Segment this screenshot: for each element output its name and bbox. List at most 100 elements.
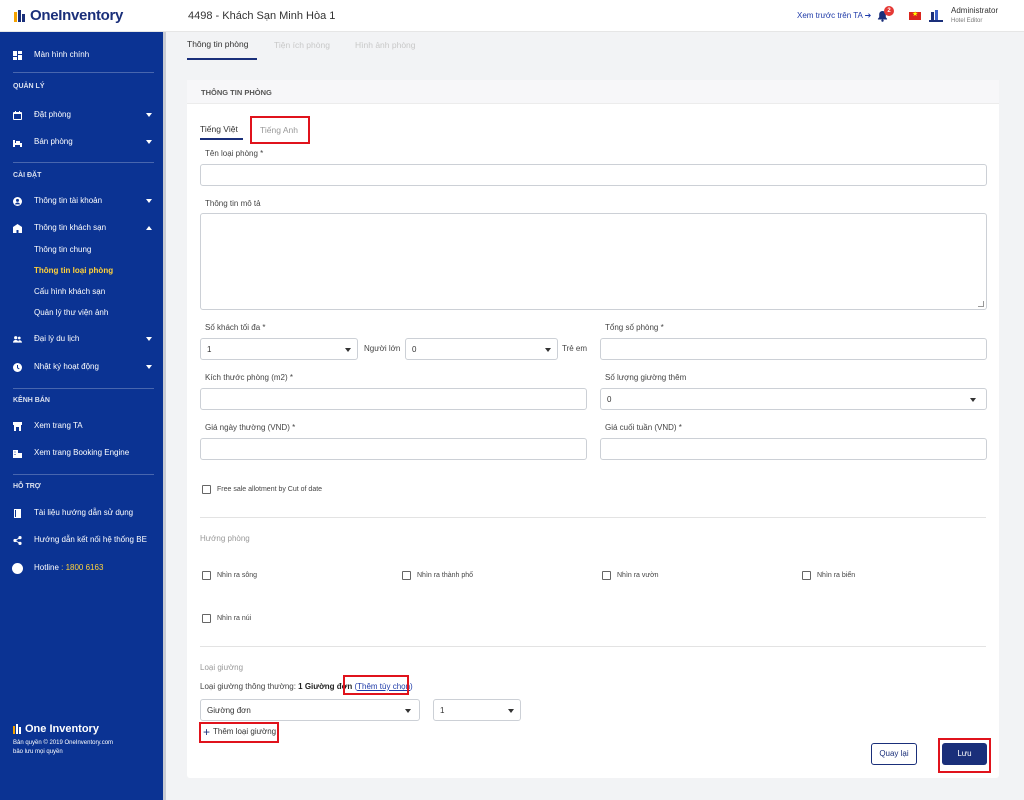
dashboard-icon: [13, 51, 22, 60]
weekday-price-input[interactable]: [200, 438, 587, 460]
add-bed-label: Thêm loại giường: [213, 727, 277, 736]
bed-normal-summary: Loại giường thông thường: 1 Giường đơn (…: [200, 682, 413, 691]
chevron-down-icon: [146, 199, 152, 203]
sidebar-subitem-hotel-config[interactable]: Cấu hình khách sạn: [34, 287, 105, 296]
divider: [13, 72, 154, 73]
sidebar-subitem-gallery[interactable]: Quản lý thư viện ảnh: [34, 308, 108, 317]
sidebar-label: Xem trang Booking Engine: [34, 448, 130, 457]
description-textarea[interactable]: [200, 213, 987, 310]
section-manage: QUẢN LÝ: [13, 83, 45, 90]
bed-count-select[interactable]: 1: [433, 699, 521, 721]
preview-ta-link[interactable]: Xem trước trên TA ➔: [797, 11, 871, 20]
bed-count-value: 1: [440, 705, 445, 715]
children-value: 0: [412, 344, 417, 354]
checkbox-box[interactable]: [602, 571, 611, 580]
weekend-price-input[interactable]: [600, 438, 987, 460]
caret-down-icon: [970, 398, 976, 402]
user-circle-icon: [13, 197, 22, 206]
copyright-line-1: Bản quyền © 2019 OneInventory.com: [13, 740, 114, 746]
caret-down-icon: [508, 709, 514, 713]
sidebar-label: Đại lý du lịch: [34, 334, 80, 343]
free-sale-label: Free sale allotment by Cut of date: [217, 486, 323, 493]
direction-sea-checkbox[interactable]: Nhìn ra biển: [802, 571, 855, 580]
adults-value: 1: [207, 344, 212, 354]
user-name[interactable]: Administrator: [951, 6, 998, 15]
add-option-link[interactable]: Thêm tùy chọn: [357, 682, 410, 691]
max-guests-label: Số khách tối đa *: [205, 323, 266, 332]
checkbox-box[interactable]: [802, 571, 811, 580]
sidebar-subitem-general[interactable]: Thông tin chung: [34, 245, 91, 254]
sidebar-item-sell-room[interactable]: Bán phòng: [0, 136, 163, 148]
sidebar-item-activity-log[interactable]: Nhật ký hoạt động: [0, 361, 163, 373]
card-title: THÔNG TIN PHÒNG: [201, 88, 272, 97]
direction-mountain-checkbox[interactable]: Nhìn ra núi: [202, 614, 251, 623]
room-size-input[interactable]: [200, 388, 587, 410]
sidebar-item-home[interactable]: Màn hình chính: [0, 49, 163, 61]
bed-type-select[interactable]: Giường đơn: [200, 699, 420, 721]
checkbox-box[interactable]: [402, 571, 411, 580]
checkbox-box[interactable]: [202, 571, 211, 580]
resize-handle[interactable]: [978, 301, 984, 307]
sidebar-label: Thông tin tài khoản: [34, 196, 103, 205]
sidebar-item-be-connect[interactable]: Hướng dẫn kết nối hệ thống BE: [0, 534, 163, 546]
lang-tab-english[interactable]: Tiếng Anh: [260, 125, 298, 135]
book-icon: [14, 509, 21, 518]
vietnam-flag-icon[interactable]: [909, 10, 921, 20]
divider: [13, 474, 154, 475]
direction-option-label: Nhìn ra thành phố: [417, 572, 474, 579]
sidebar-item-hotel-info[interactable]: Thông tin khách sạn: [0, 222, 163, 234]
sidebar-item-account[interactable]: Thông tin tài khoản: [0, 195, 163, 207]
direction-option-label: Nhìn ra núi: [217, 615, 252, 622]
sidebar-item-booking[interactable]: Đặt phòng: [0, 109, 163, 121]
active-tab-indicator: [187, 58, 257, 60]
room-size-label: Kích thước phòng (m2) *: [205, 373, 293, 382]
bed-normal-value: 1 Giường đơn: [298, 682, 353, 691]
chevron-down-icon: [146, 337, 152, 341]
hotel-icon: [13, 224, 22, 233]
children-select[interactable]: 0: [405, 338, 558, 360]
caret-down-icon: [545, 348, 551, 352]
tab-room-images[interactable]: Hình ảnh phòng: [355, 40, 416, 50]
divider: [200, 517, 986, 518]
back-button[interactable]: Quay lại: [871, 743, 917, 765]
free-sale-checkbox[interactable]: Free sale allotment by Cut of date: [202, 485, 322, 494]
lang-tab-vietnamese[interactable]: Tiếng Việt: [200, 124, 238, 134]
sidebar-scrollbar[interactable]: [163, 32, 166, 800]
hotline-value: : 1800 6163: [61, 563, 104, 572]
sidebar-item-docs[interactable]: Tài liệu hướng dẫn sử dụng: [0, 507, 163, 519]
save-button[interactable]: Lưu: [942, 743, 987, 765]
sidebar-item-travel-agent[interactable]: Đại lý du lịch: [0, 333, 163, 345]
total-rooms-input[interactable]: [600, 338, 987, 360]
extra-beds-select[interactable]: 0: [600, 388, 987, 410]
sidebar-item-view-be[interactable]: Xem trang Booking Engine: [0, 447, 163, 459]
building-icon: [13, 450, 22, 458]
direction-river-checkbox[interactable]: Nhìn ra sông: [202, 571, 257, 580]
description-label: Thông tin mô tả: [205, 199, 261, 208]
direction-garden-checkbox[interactable]: Nhìn ra vườn: [602, 571, 659, 580]
section-channel: KÊNH BÁN: [13, 397, 50, 404]
add-bed-type-button[interactable]: + Thêm loại giường: [203, 726, 277, 738]
chevron-down-icon: [146, 140, 152, 144]
sidebar-label: Thông tin khách sạn: [34, 223, 107, 232]
sidebar-subitem-room-type[interactable]: Thông tin loại phòng: [34, 266, 113, 275]
checkbox-box[interactable]: [202, 614, 211, 623]
direction-city-checkbox[interactable]: Nhìn ra thành phố: [402, 571, 473, 580]
weekday-price-label: Giá ngày thường (VND) *: [205, 423, 296, 432]
sidebar-item-hotline[interactable]: Hotline : 1800 6163: [0, 562, 163, 574]
footer-logo-text: One Inventory: [25, 723, 99, 735]
sidebar: Màn hình chính QUẢN LÝ Đặt phòng Bán phò…: [0, 32, 163, 800]
weekend-price-label: Giá cuối tuần (VND) *: [605, 423, 682, 432]
adults-select[interactable]: 1: [200, 338, 358, 360]
hotel-name: 4498 - Khách Sạn Minh Hòa 1: [188, 10, 336, 22]
sidebar-hotline: Hotline : 1800 6163: [34, 563, 103, 572]
tab-room-amenities[interactable]: Tiện ích phòng: [274, 40, 330, 50]
app-logo[interactable]: OneInventory: [14, 7, 123, 24]
sidebar-label: Nhật ký hoạt động: [34, 362, 99, 371]
clock-icon: [13, 363, 22, 372]
checkbox-box[interactable]: [202, 485, 211, 494]
hotline-label: Hotline: [34, 563, 59, 572]
room-type-input[interactable]: [200, 164, 987, 186]
section-support: HỖ TRỢ: [13, 483, 41, 490]
tab-room-info[interactable]: Thông tin phòng: [187, 39, 248, 49]
sidebar-item-view-ta[interactable]: Xem trang TA: [0, 420, 163, 432]
